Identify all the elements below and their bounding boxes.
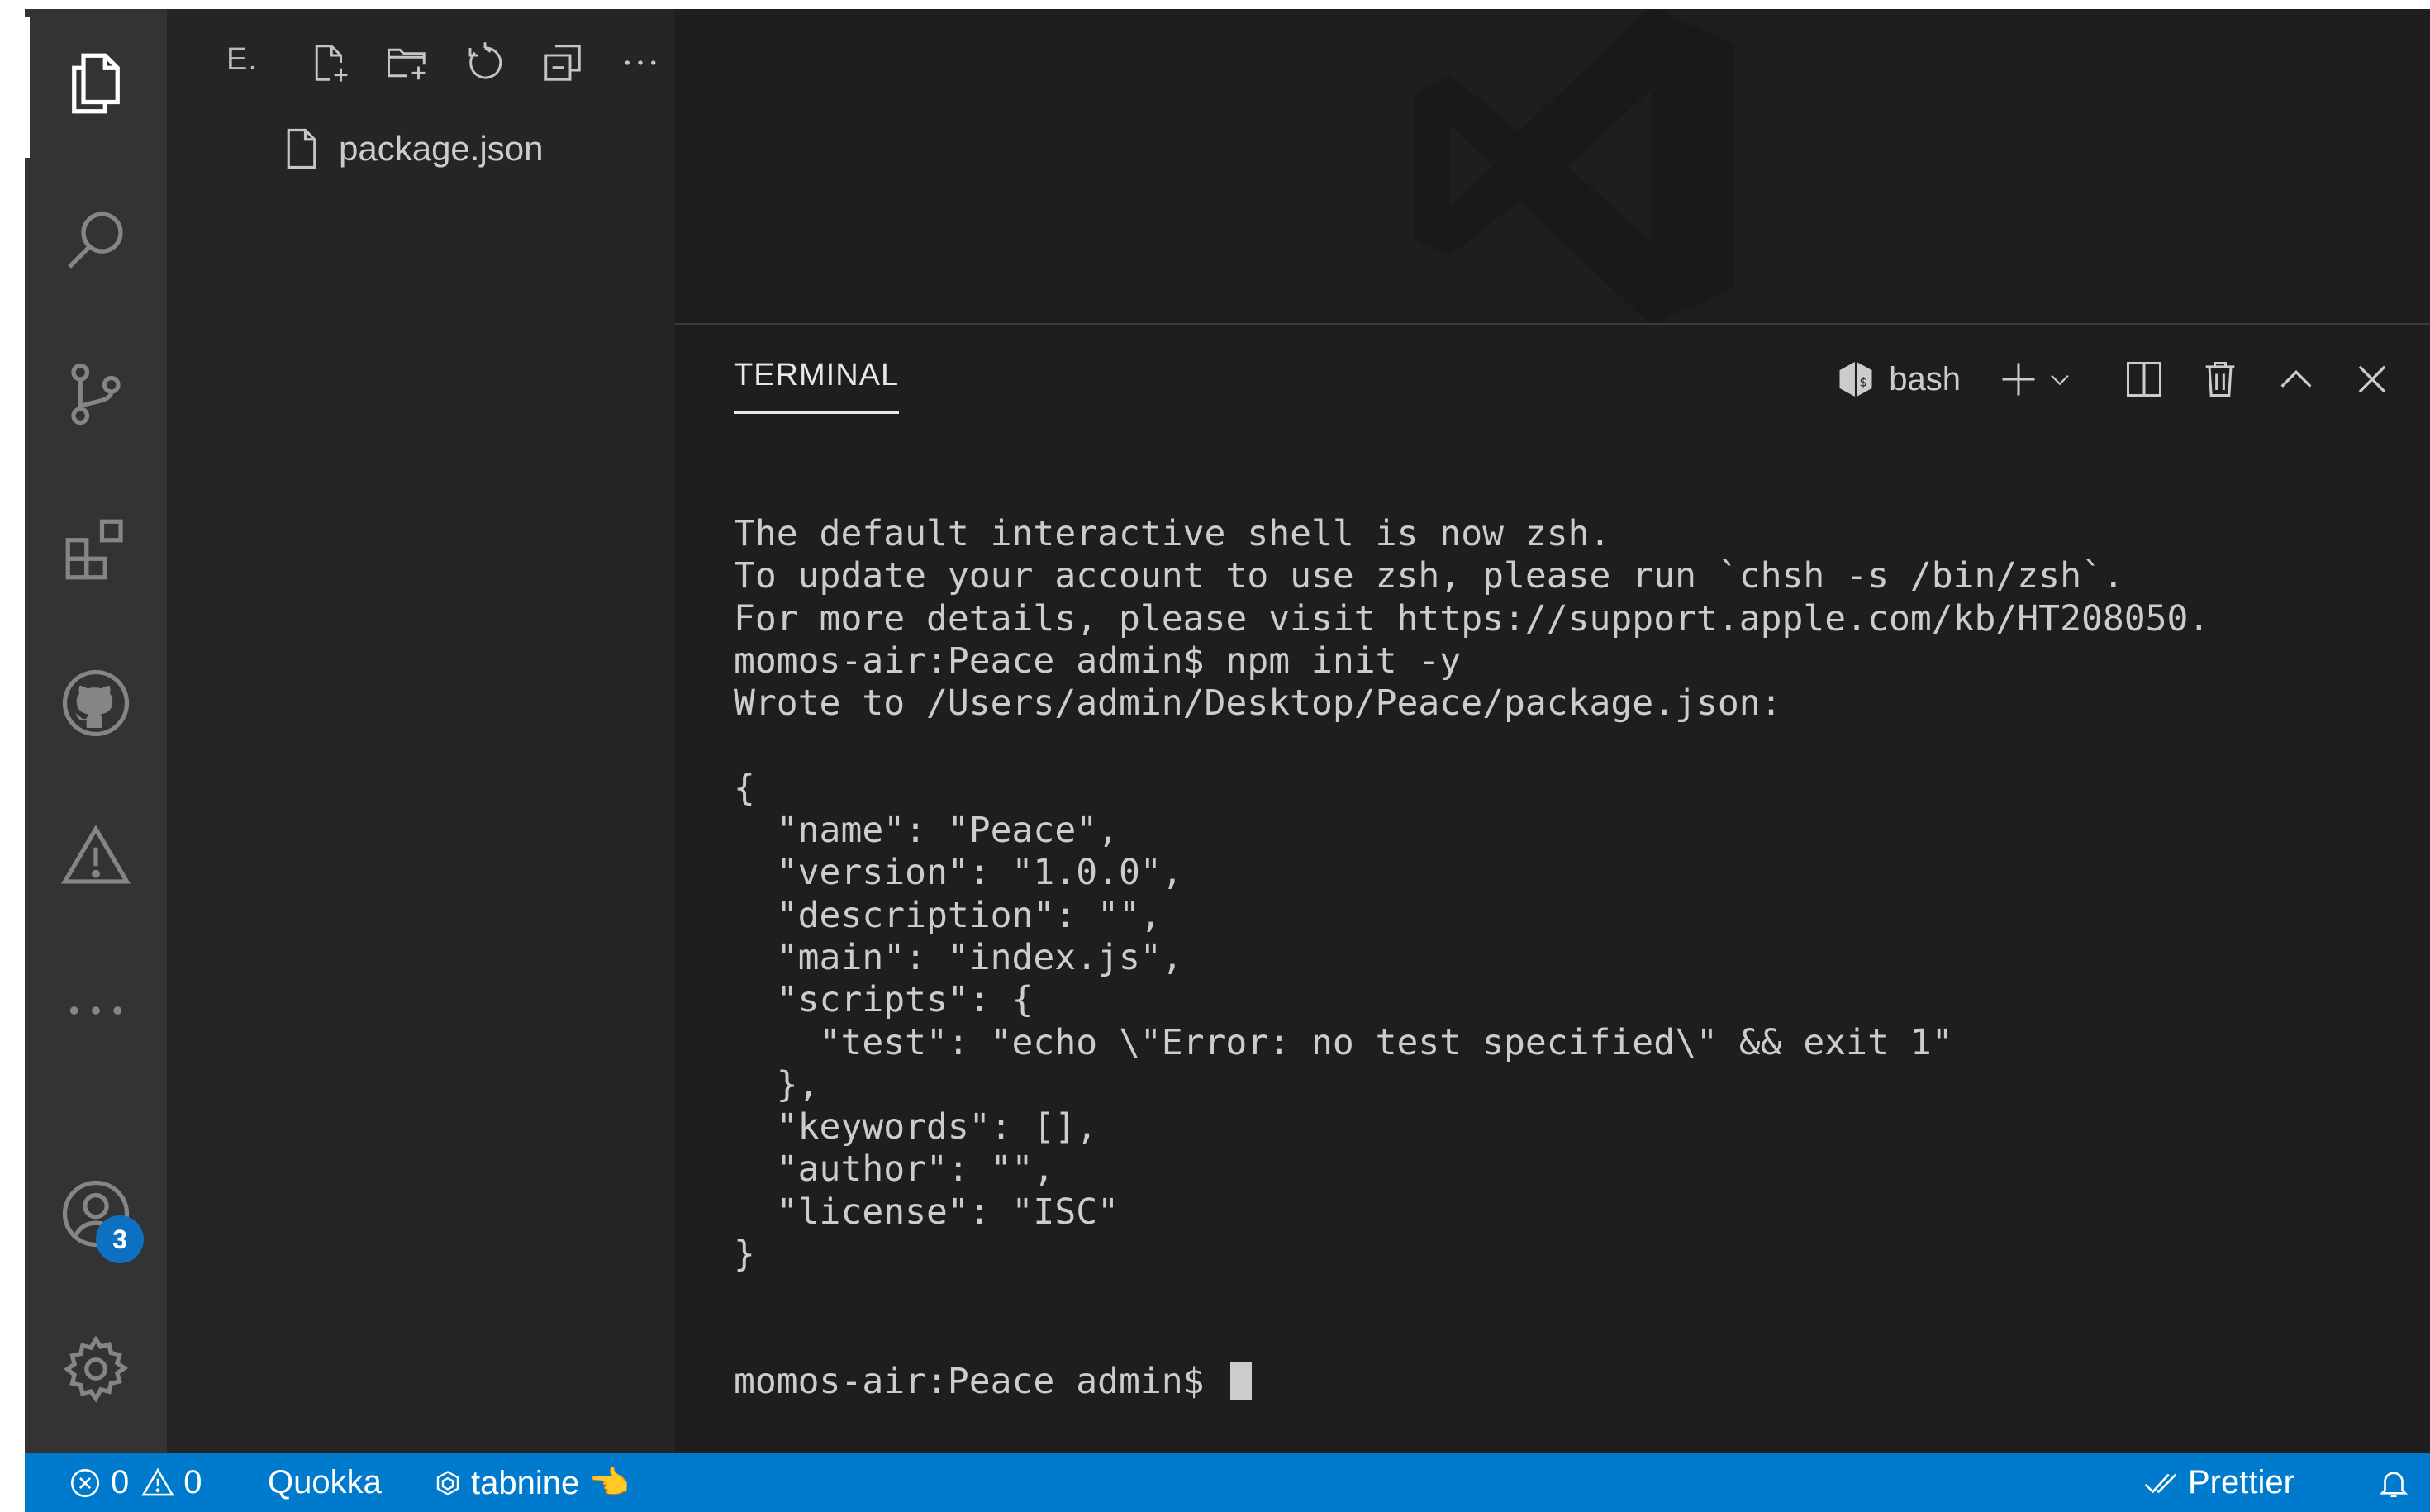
settings-gear-icon — [64, 1335, 129, 1403]
tabnine-label: tabnine 👈 — [471, 1465, 630, 1501]
vscode-logo-watermark-icon — [1415, 9, 1735, 323]
terminal-line: "scripts": { — [734, 979, 1034, 1021]
new-folder-button[interactable] — [369, 34, 446, 92]
terminal-line: "main": "index.js", — [734, 936, 1183, 978]
refresh-icon — [468, 42, 502, 79]
terminal-line: For more details, please visit https://s… — [734, 597, 2210, 640]
split-terminal-button[interactable] — [2106, 346, 2182, 412]
new-file-icon — [315, 45, 348, 82]
quokka-label: Quokka — [268, 1464, 382, 1500]
bash-shell-icon: $ — [1839, 361, 1872, 397]
activity-extensions[interactable] — [25, 483, 167, 616]
new-folder-icon — [388, 48, 426, 80]
more-actions-icon — [625, 60, 656, 65]
terminal-toolbar: $ bash — [1834, 346, 2430, 412]
terminal-panel: TERMINAL $ bash The default interactive … — [674, 323, 2430, 1455]
error-count: 0 — [111, 1464, 130, 1500]
extensions-icon — [65, 519, 123, 580]
bell-icon — [2379, 1472, 2409, 1497]
terminal-line: Wrote to /Users/admin/Desktop/Peace/pack… — [734, 682, 1782, 725]
kill-terminal-button[interactable] — [2182, 346, 2258, 412]
terminal-line: To update your account to use zsh, pleas… — [734, 555, 2124, 597]
activity-explorer[interactable] — [25, 17, 167, 158]
double-check-icon — [2144, 1473, 2177, 1493]
activity-bar: 3 — [25, 9, 167, 1453]
new-file-button[interactable] — [291, 34, 369, 92]
github-icon — [62, 669, 130, 737]
accounts-badge: 3 — [96, 1215, 144, 1263]
collapse-all-icon — [544, 45, 581, 81]
kill-terminal-icon — [2205, 361, 2235, 397]
terminal-dropdown-icon — [2051, 374, 2069, 386]
tab-terminal[interactable]: TERMINAL — [734, 358, 900, 414]
error-icon — [70, 1468, 100, 1497]
explorer-toolbar — [291, 34, 679, 92]
terminal-line: "keywords": [], — [734, 1106, 1098, 1148]
tabnine-icon — [436, 1470, 459, 1495]
warning-icon — [141, 1467, 175, 1495]
add-terminal-icon — [2002, 363, 2035, 396]
file-item-package-json[interactable]: package.json — [167, 120, 674, 178]
editor-area — [674, 9, 2430, 323]
more-icon — [69, 1006, 122, 1015]
shell-name: bash — [1889, 360, 1961, 397]
activity-settings[interactable] — [25, 1303, 167, 1435]
terminal-line: "name": "Peace", — [734, 810, 1119, 852]
terminal-line: "description": "", — [734, 894, 1162, 936]
explorer-icon — [72, 53, 120, 114]
activity-source-control[interactable] — [25, 328, 167, 460]
terminal-cursor — [1230, 1361, 1253, 1400]
close-panel-button[interactable] — [2334, 346, 2410, 412]
explorer-sidebar: E. package.json — [167, 9, 674, 1453]
vscode-window: 3 E. package.json TERMINAL $ bash The de… — [25, 9, 2430, 1512]
problems-icon — [60, 825, 131, 884]
activity-problems[interactable] — [25, 791, 167, 923]
terminal-line: { — [734, 767, 755, 809]
svg-text:$: $ — [1860, 375, 1867, 390]
activity-search[interactable] — [25, 174, 167, 307]
prettier-status[interactable]: Prettier — [2140, 1453, 2294, 1512]
notifications-button[interactable] — [2376, 1453, 2411, 1512]
terminal-line: }, — [734, 1063, 820, 1105]
terminal-shell-selector[interactable]: $ bash — [1834, 346, 1992, 412]
split-terminal-icon — [2126, 361, 2162, 397]
terminal-prompt: momos-air:Peace admin$ — [734, 1360, 1226, 1402]
activity-accounts[interactable]: 3 — [25, 1148, 167, 1280]
terminal-line: The default interactive shell is now zsh… — [734, 513, 1611, 554]
maximize-panel-button[interactable] — [2258, 346, 2334, 412]
new-terminal-button[interactable] — [1992, 346, 2045, 412]
activity-github[interactable] — [25, 637, 167, 769]
terminal-line: "version": "1.0.0", — [734, 852, 1183, 894]
explorer-more-button[interactable] — [602, 34, 679, 92]
terminal-output[interactable]: The default interactive shell is now zsh… — [734, 513, 2209, 1403]
problems-status[interactable]: 0 0 — [68, 1453, 202, 1512]
activity-more[interactable] — [25, 944, 167, 1077]
quokka-status[interactable]: Quokka — [268, 1453, 382, 1512]
source-control-icon — [71, 363, 121, 426]
terminal-line: } — [734, 1234, 755, 1276]
file-name: package.json — [339, 129, 544, 168]
search-icon — [68, 212, 123, 269]
terminal-line: "author": "", — [734, 1148, 1055, 1191]
terminal-dropdown-button[interactable] — [2045, 346, 2075, 412]
terminal-line: "test": "echo \"Error: no test specified… — [734, 1021, 1953, 1063]
collapse-folders-button[interactable] — [524, 34, 602, 92]
close-panel-icon — [2358, 365, 2386, 393]
refresh-explorer-button[interactable] — [446, 34, 524, 92]
maximize-panel-icon — [2280, 370, 2312, 388]
file-icon — [287, 128, 316, 169]
prettier-label: Prettier — [2188, 1464, 2294, 1500]
tabnine-status[interactable]: tabnine 👈 — [433, 1453, 630, 1512]
terminal-line: momos-air:Peace admin$ npm init -y — [734, 640, 1462, 682]
terminal-line: "license": "ISC" — [734, 1191, 1119, 1233]
explorer-title: E. — [226, 42, 258, 77]
status-bar: 0 0 Quokka tabnine 👈 Prettier — [25, 1453, 2430, 1512]
warning-count: 0 — [183, 1464, 202, 1500]
